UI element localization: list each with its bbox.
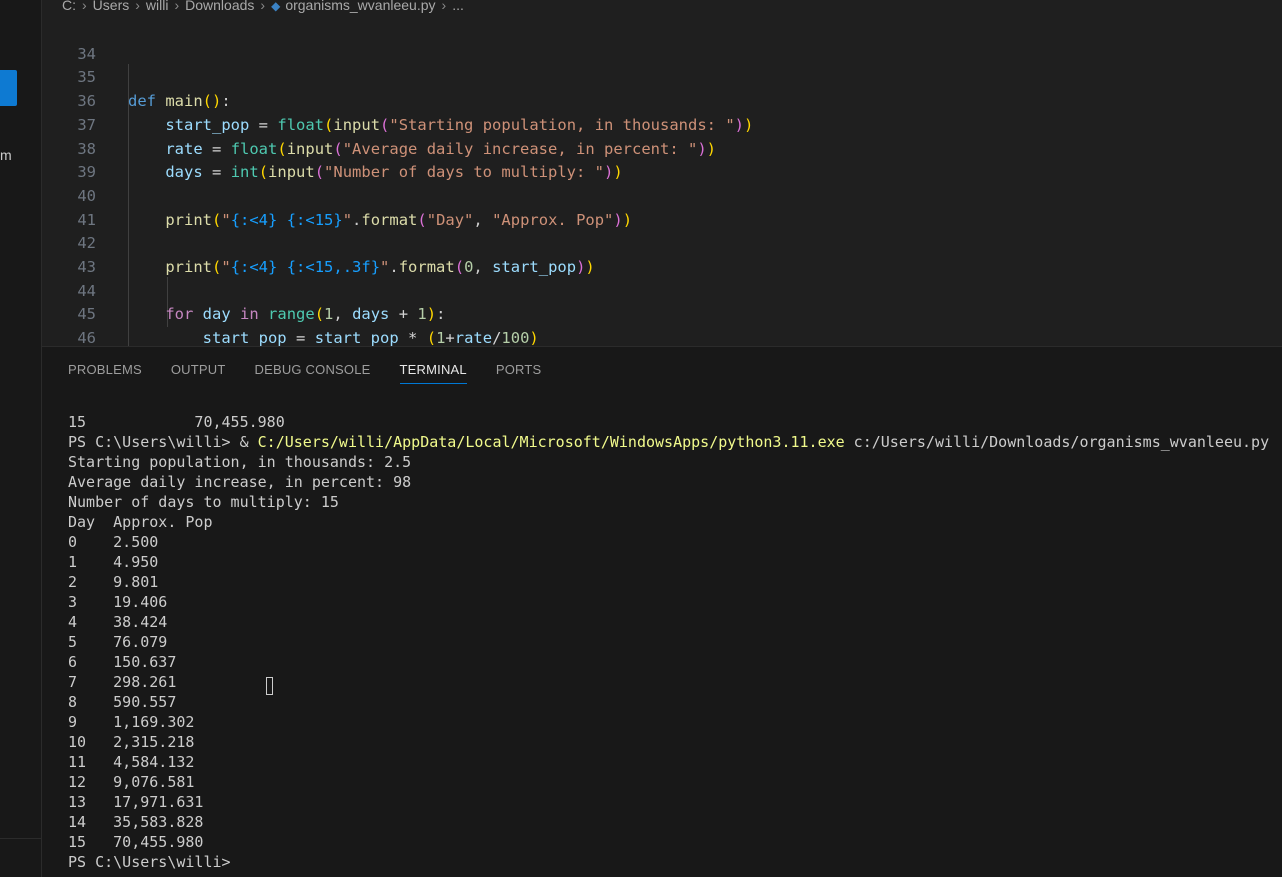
terminal-line: Average daily increase, in percent: 98: [68, 473, 412, 491]
terminal-row: 5 76.079: [68, 633, 168, 651]
breadcrumb-item-symbols[interactable]: ...: [452, 0, 464, 12]
code-line[interactable]: 38 days = int(input("Number of days to m…: [42, 114, 1282, 182]
terminal-row: 9 1,169.302: [68, 713, 195, 731]
terminal-command-exe: C:/Users/willi/AppData/Local/Microsoft/W…: [257, 433, 845, 451]
python-icon: ◆: [271, 0, 281, 13]
breadcrumb-item-users[interactable]: Users: [93, 0, 130, 12]
chevron-right-icon: ›: [174, 0, 180, 13]
breadcrumb-item-drive[interactable]: C:: [62, 0, 76, 12]
code-line[interactable]: 47: [42, 327, 1282, 346]
terminal-line: 15 70,455.980: [68, 413, 285, 431]
terminal-output[interactable]: 15 70,455.980 PS C:\Users\willi> & C:/Us…: [68, 412, 1278, 872]
tab-ports[interactable]: PORTS: [496, 362, 542, 383]
tab-output[interactable]: OUTPUT: [171, 362, 226, 383]
code-line[interactable]: 34: [42, 19, 1282, 63]
code-line[interactable]: 39: [42, 138, 1282, 181]
chevron-right-icon: ›: [441, 0, 447, 13]
code-line[interactable]: 35 def main():: [42, 43, 1282, 110]
terminal-command-arg: c:/Users/willi/Downloads/organisms_wvanl…: [844, 433, 1270, 451]
code-line[interactable]: 41: [42, 185, 1282, 229]
tab-debug-console[interactable]: DEBUG CONSOLE: [255, 362, 371, 383]
terminal-command-line: PS C:\Users\willi> & C:/Users/willi/AppD…: [68, 432, 1278, 452]
tab-terminal[interactable]: TERMINAL: [399, 362, 467, 384]
chevron-right-icon: ›: [135, 0, 140, 13]
terminal-row: 15 70,455.980: [68, 833, 204, 851]
terminal-row: 1 4.950: [68, 553, 159, 571]
terminal-row: 11 4,584.132: [68, 753, 195, 771]
explorer-item-partial-label[interactable]: m: [0, 147, 12, 163]
breadcrumb-item-downloads[interactable]: Downloads: [185, 0, 254, 12]
code-line[interactable]: 37 rate = float(input("Average daily inc…: [42, 90, 1282, 158]
code-line[interactable]: 36 start_pop = float(input("Starting pop…: [42, 66, 1282, 134]
terminal-prompt: PS C:\Users\willi> &: [68, 433, 258, 451]
code-line[interactable]: 43: [42, 232, 1282, 276]
tab-problems[interactable]: PROBLEMS: [68, 362, 142, 383]
terminal-row: 8 590.557: [68, 693, 177, 711]
bottom-panel: PROBLEMS OUTPUT DEBUG CONSOLE TERMINAL PORTS…: [42, 346, 1282, 877]
chevron-right-icon: ›: [260, 0, 266, 13]
terminal-row: 10 2,315.218: [68, 733, 195, 751]
breadcrumb: C: › Users › willi › Downloads › ◆ organisms_wvan…: [42, 0, 1282, 17]
terminal-row: 2 9.801: [68, 573, 159, 591]
terminal-row: 13 17,971.631: [68, 793, 204, 811]
panel-tabs: PROBLEMS OUTPUT DEBUG CONSOLE TERMINAL PORTS: [68, 361, 570, 387]
breadcrumb-item-willi[interactable]: willi: [146, 0, 169, 12]
terminal-cursor: [266, 677, 273, 695]
terminal-row: 12 9,076.581: [68, 773, 195, 791]
code-line[interactable]: 45 start_pop = start_pop * (1+rate/100): [42, 280, 1282, 346]
code-line[interactable]: 46 print("{:<4} {:<15,.3f}".format(day, …: [42, 303, 1282, 346]
terminal-table-header: Day Approx. Pop: [68, 513, 213, 531]
code-line[interactable]: 44 for day in range(1, days + 1):: [42, 256, 1282, 324]
code-line[interactable]: 42 print("{:<4} {:<15,.3f}".format(0, st…: [42, 209, 1282, 276]
terminal-final-prompt: PS C:\Users\willi>: [68, 853, 231, 871]
sidebar-divider: [0, 838, 42, 839]
explorer-sidebar-edge[interactable]: m: [0, 0, 42, 877]
terminal-row: 14 35,583.828: [68, 813, 204, 831]
terminal-row: 4 38.424: [68, 613, 168, 631]
code-editor[interactable]: 34 35 def main(): 36 start_pop = float(i…: [42, 17, 1282, 346]
terminal-line: Starting population, in thousands: 2.5: [68, 453, 412, 471]
terminal-row: 7 298.261: [68, 673, 177, 691]
selected-item-highlight[interactable]: [0, 70, 17, 106]
code-line[interactable]: 40 print("{:<4} {:<15}".format("Day", "A…: [42, 161, 1282, 229]
chevron-right-icon: ›: [82, 0, 87, 13]
terminal-row: 0 2.500: [68, 533, 159, 551]
breadcrumb-item-file[interactable]: organisms_wvanleeu.py: [285, 0, 435, 12]
vscode-window: m C: › Users › willi › Downloads › ◆ organisms_wv…: [0, 0, 1282, 877]
terminal-row: 3 19.406: [68, 593, 168, 611]
terminal-row: 6 150.637: [68, 653, 177, 671]
terminal-line: Number of days to multiply: 15: [68, 493, 339, 511]
